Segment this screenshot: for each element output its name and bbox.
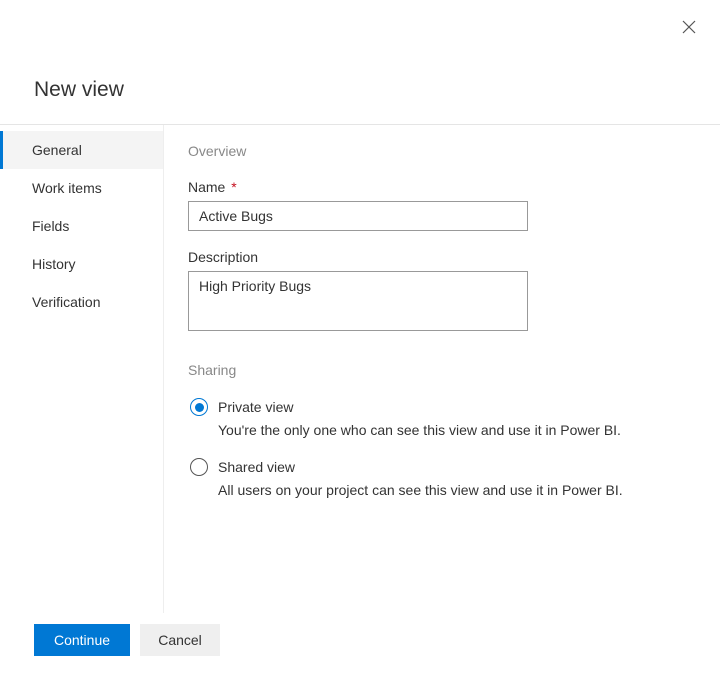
private-view-description: You're the only one who can see this vie…: [218, 422, 688, 438]
sidebar-item-label: Verification: [32, 294, 100, 310]
description-label: Description: [188, 249, 688, 265]
radio-shared-view[interactable]: Shared view: [190, 458, 688, 476]
shared-view-description: All users on your project can see this v…: [218, 482, 688, 498]
close-icon: [682, 21, 696, 37]
radio-label: Private view: [218, 399, 293, 415]
sidebar-item-label: History: [32, 256, 76, 272]
sidebar-item-label: General: [32, 142, 82, 158]
sidebar-item-verification[interactable]: Verification: [0, 283, 163, 321]
radio-label: Shared view: [218, 459, 295, 475]
sharing-heading: Sharing: [188, 362, 688, 378]
sidebar-item-history[interactable]: History: [0, 245, 163, 283]
sidebar-item-general[interactable]: General: [0, 131, 163, 169]
name-input[interactable]: [188, 201, 528, 231]
cancel-button[interactable]: Cancel: [140, 624, 220, 656]
sidebar-item-work-items[interactable]: Work items: [0, 169, 163, 207]
panel-general: Overview Name * Description High Priorit…: [164, 125, 720, 613]
required-indicator: *: [227, 179, 236, 195]
name-label: Name *: [188, 179, 688, 195]
overview-heading: Overview: [188, 143, 688, 159]
radio-icon: [190, 458, 208, 476]
close-button[interactable]: [682, 20, 696, 37]
dialog-title: New view: [0, 0, 720, 124]
radio-private-view[interactable]: Private view: [190, 398, 688, 416]
sidebar-item-label: Work items: [32, 180, 102, 196]
radio-icon: [190, 398, 208, 416]
dialog-footer: Continue Cancel: [34, 624, 220, 656]
sidebar-item-label: Fields: [32, 218, 69, 234]
continue-button[interactable]: Continue: [34, 624, 130, 656]
sidebar-item-fields[interactable]: Fields: [0, 207, 163, 245]
sidebar: General Work items Fields History Verifi…: [0, 125, 164, 613]
description-input[interactable]: High Priority Bugs: [188, 271, 528, 331]
